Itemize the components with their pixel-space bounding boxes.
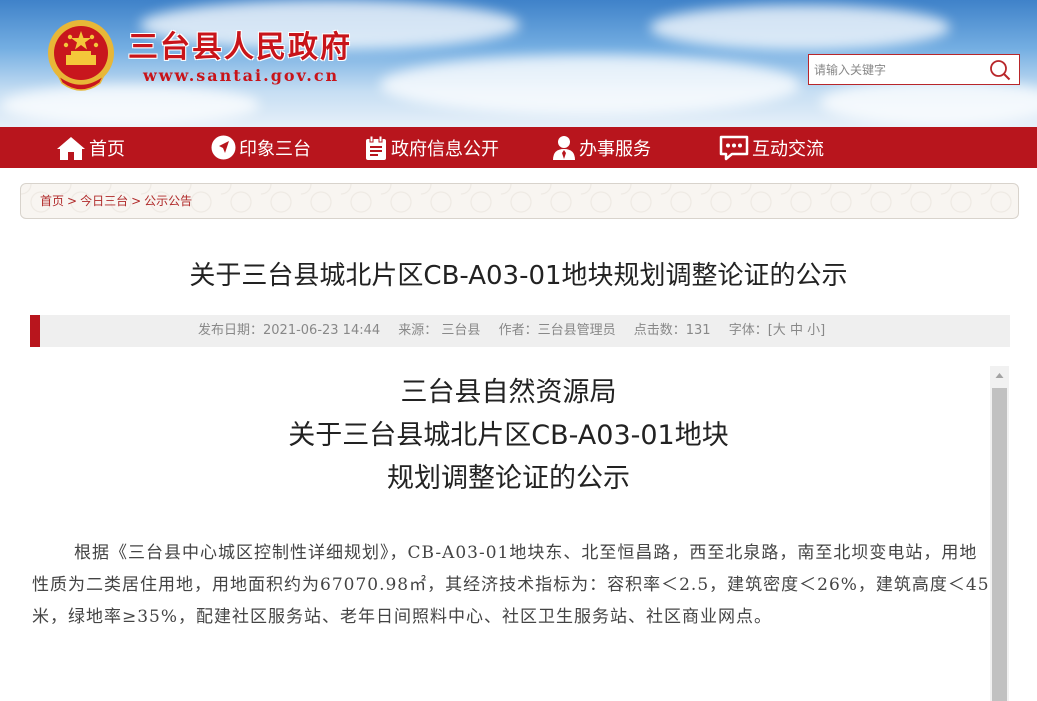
breadcrumb: 首页 > 今日三台 > 公示公告	[20, 183, 1019, 219]
nav-label: 互动交流	[752, 138, 824, 160]
article-author: 作者：三台县管理员	[498, 323, 616, 338]
nav-label: 办事服务	[579, 138, 651, 160]
breadcrumb-today-santai[interactable]: 今日三台	[80, 194, 128, 208]
nav-label: 印象三台	[239, 138, 311, 160]
font-size-medium[interactable]: 中	[790, 323, 803, 338]
site-title[interactable]: 三台县人民政府	[128, 22, 352, 66]
scroll-thumb[interactable]	[992, 388, 1007, 701]
nav-item-services[interactable]: 办事服务	[552, 127, 651, 168]
document-icon	[366, 135, 386, 160]
nav-item-home[interactable]: 首页	[56, 127, 125, 168]
search-box	[808, 54, 1020, 85]
nav-item-impression[interactable]: 印象三台	[211, 127, 311, 168]
hit-count: 点击数：131	[633, 323, 711, 338]
main-nav: 首页 印象三台 政府信息公开 办事服务 互动交流	[0, 127, 1037, 168]
nav-item-gov-info[interactable]: 政府信息公开	[364, 127, 499, 168]
font-size-small[interactable]: 小	[807, 323, 820, 338]
breadcrumb-separator: >	[131, 194, 142, 208]
nav-item-interaction[interactable]: 互动交流	[719, 127, 824, 168]
home-icon	[57, 136, 85, 160]
nav-label: 首页	[89, 138, 125, 160]
font-size-control: 字体：[大 中 小]	[729, 323, 825, 338]
chat-icon	[719, 135, 749, 160]
article-meta: 发布日期：2021-06-23 14:44 来源： 三台县 作者：三台县管理员 …	[30, 315, 1010, 347]
article-source: 来源： 三台县	[398, 323, 481, 338]
breadcrumb-separator: >	[67, 194, 78, 208]
article-content: 三台县自然资源局 关于三台县城北片区CB-A03-01地块 规划调整论证的公示 …	[0, 366, 1037, 701]
font-size-bracket: ]	[820, 323, 826, 338]
user-icon	[553, 135, 575, 160]
font-size-large[interactable]: 大	[773, 323, 786, 338]
site-domain[interactable]: www.santai.gov.cn	[143, 66, 339, 85]
article-title: 关于三台县城北片区CB-A03-01地块规划调整论证的公示	[189, 261, 848, 291]
site-header: 三台县人民政府 www.santai.gov.cn	[0, 0, 1037, 127]
national-emblem-icon	[48, 20, 114, 91]
content-paragraph: 根据《三台县中心城区控制性详细规划》，CB-A03-01地块东、北至恒昌路，西至…	[32, 543, 990, 627]
breadcrumb-home[interactable]: 首页	[40, 194, 64, 208]
content-heading-line-1: 三台县自然资源局	[400, 377, 617, 408]
font-size-label: 字体：[	[728, 323, 773, 338]
search-input[interactable]	[809, 55, 984, 84]
nav-label: 政府信息公开	[391, 138, 499, 160]
publish-date: 发布日期：2021-06-23 14:44	[198, 323, 381, 338]
content-heading-line-3: 规划调整论证的公示	[387, 463, 630, 494]
navigation-icon	[211, 135, 236, 160]
search-icon[interactable]	[989, 59, 1011, 81]
content-scrollbar[interactable]	[990, 366, 1009, 701]
scroll-up-arrow-icon[interactable]	[990, 366, 1009, 385]
breadcrumb-announcements[interactable]: 公示公告	[144, 194, 192, 208]
content-heading-line-2: 关于三台县城北片区CB-A03-01地块	[288, 420, 729, 451]
